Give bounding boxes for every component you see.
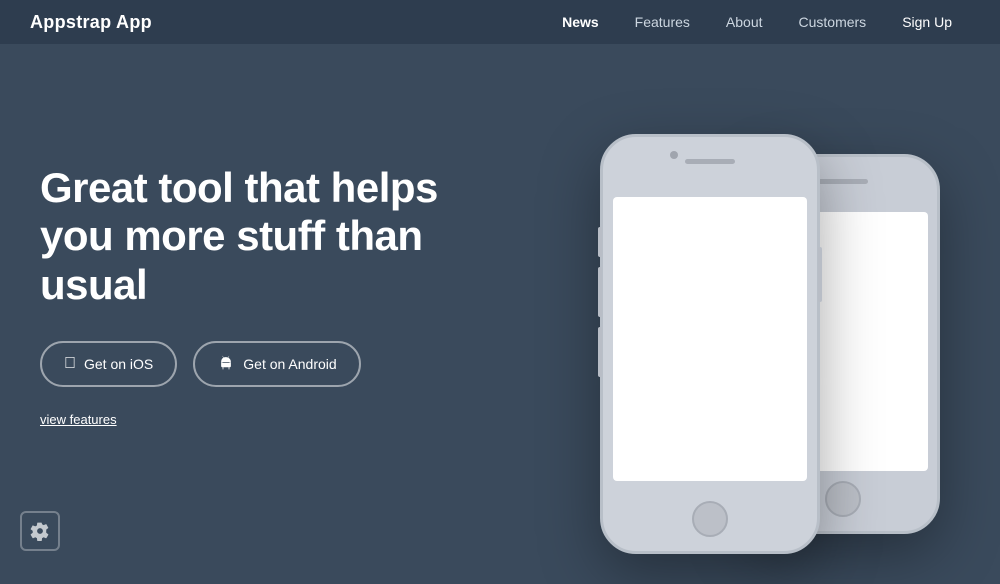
nav-item-signup[interactable]: Sign Up bbox=[884, 0, 970, 44]
nav-item-news[interactable]: News bbox=[544, 0, 617, 44]
get-ios-button[interactable]:  Get on iOS bbox=[40, 341, 177, 387]
nav-link-about[interactable]: About bbox=[708, 0, 781, 44]
phone-speaker bbox=[685, 159, 735, 164]
get-android-button[interactable]: Get on Android bbox=[193, 341, 360, 387]
brand-name[interactable]: Appstrap App bbox=[30, 12, 152, 33]
hero-section: Great tool that helps you more stuff tha… bbox=[0, 44, 1000, 571]
phone-back-home-button bbox=[825, 481, 861, 517]
phone-vol-up-button bbox=[598, 267, 602, 317]
phone-back-speaker bbox=[818, 179, 868, 184]
navbar: Appstrap App News Features About Custome… bbox=[0, 0, 1000, 44]
phone-home-button bbox=[692, 501, 728, 537]
nav-item-customers[interactable]: Customers bbox=[781, 0, 885, 44]
nav-link-signup[interactable]: Sign Up bbox=[884, 0, 970, 44]
phone-power-button bbox=[818, 247, 822, 302]
gear-icon bbox=[30, 521, 50, 541]
phone-mute-button bbox=[598, 227, 602, 257]
hero-title: Great tool that helps you more stuff tha… bbox=[40, 164, 500, 309]
apple-icon:  bbox=[64, 356, 76, 372]
nav-link-customers[interactable]: Customers bbox=[781, 0, 885, 44]
nav-links: News Features About Customers Sign Up bbox=[544, 0, 970, 44]
android-button-label: Get on Android bbox=[243, 356, 336, 372]
settings-button[interactable] bbox=[20, 511, 60, 551]
phone-camera bbox=[670, 151, 678, 159]
view-features-link[interactable]: view features bbox=[40, 412, 117, 427]
phone-screen bbox=[613, 197, 807, 481]
nav-link-news[interactable]: News bbox=[544, 0, 617, 44]
android-icon bbox=[217, 353, 235, 375]
nav-link-features[interactable]: Features bbox=[617, 0, 708, 44]
phone-front-mockup bbox=[600, 134, 820, 554]
hero-content: Great tool that helps you more stuff tha… bbox=[40, 104, 500, 429]
phone-mockup-area bbox=[540, 94, 960, 584]
nav-item-features[interactable]: Features bbox=[617, 0, 708, 44]
phone-vol-down-button bbox=[598, 327, 602, 377]
hero-buttons:  Get on iOS Get on Android bbox=[40, 341, 500, 387]
ios-button-label: Get on iOS bbox=[84, 356, 153, 372]
nav-item-about[interactable]: About bbox=[708, 0, 781, 44]
